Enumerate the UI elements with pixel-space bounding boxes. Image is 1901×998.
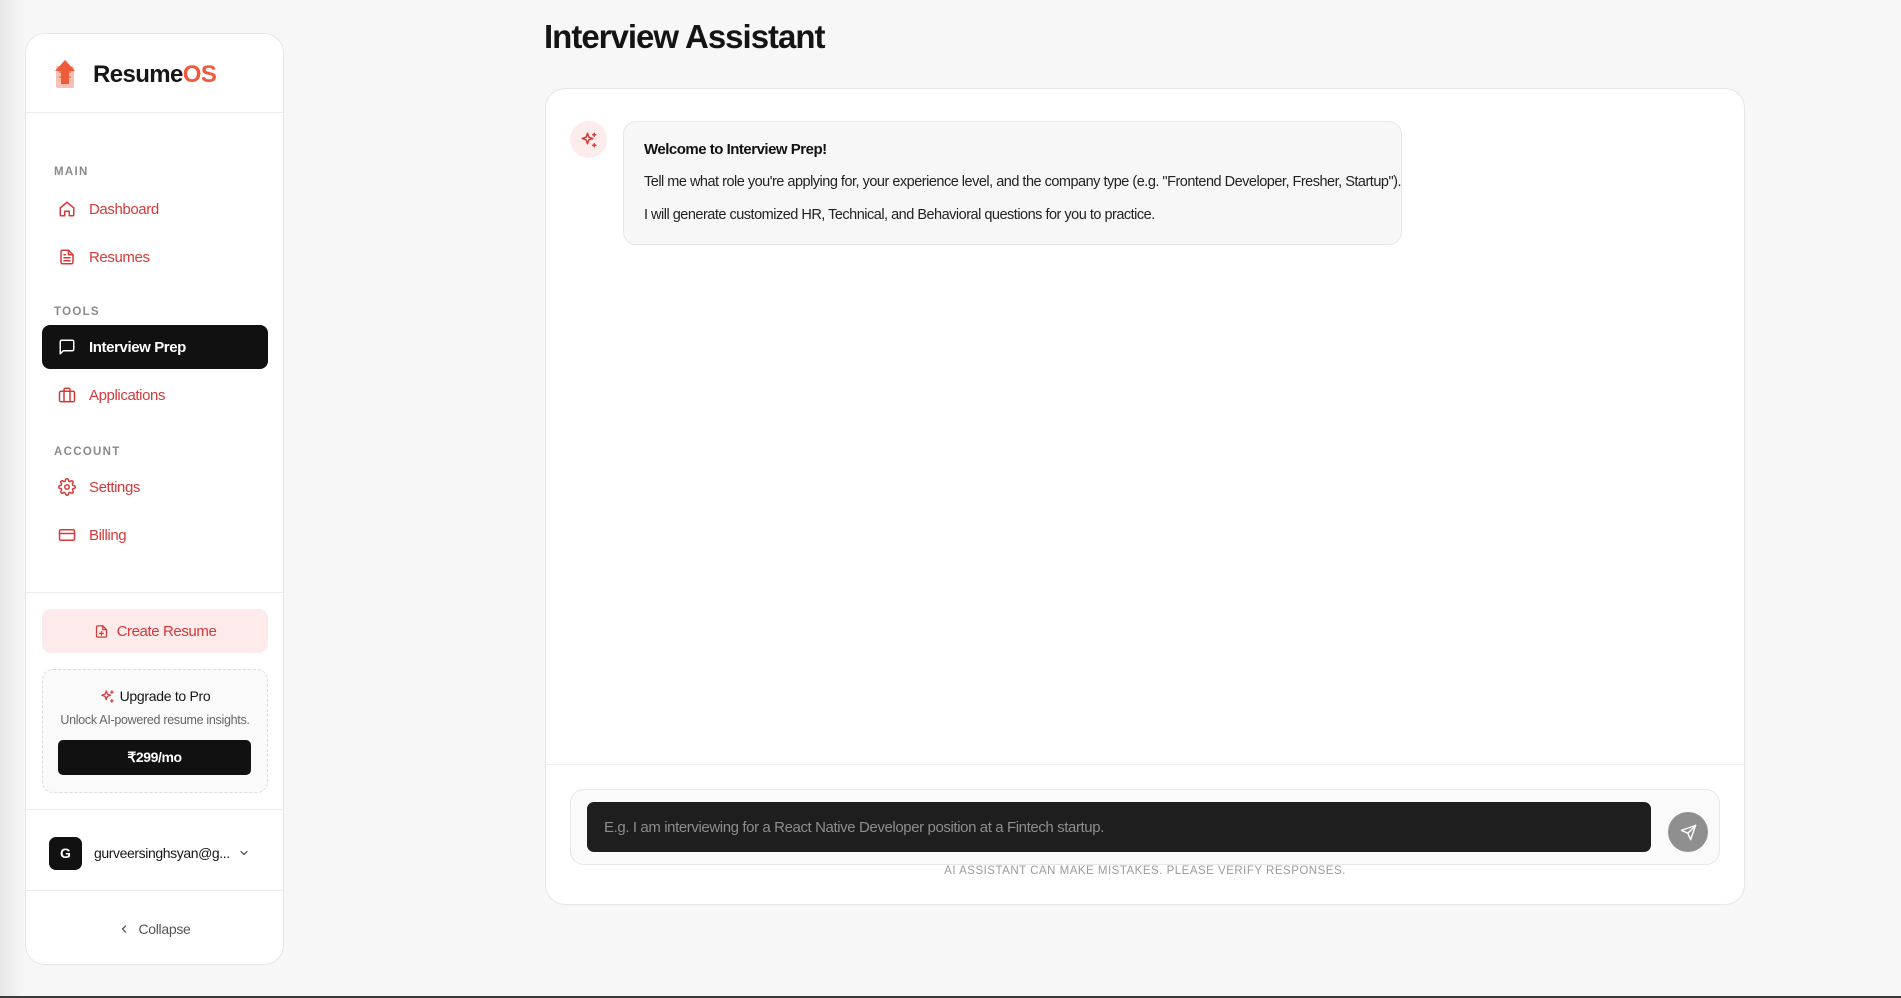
create-resume-label: Create Resume <box>116 622 217 640</box>
sparkles-icon <box>580 131 598 149</box>
chat-composer <box>570 789 1720 865</box>
sidebar-divider <box>26 809 283 810</box>
chevron-down-icon <box>238 847 250 859</box>
window-edge-shade <box>0 0 24 998</box>
avatar: G <box>49 836 82 870</box>
chevron-left-icon <box>118 923 130 935</box>
assistant-avatar <box>570 121 607 158</box>
app-page: ResumeOS MAIN Dashboard Resumes TOOLS In… <box>0 0 1901 998</box>
nav-section-tools: TOOLS <box>54 306 100 318</box>
user-account-menu[interactable]: G gurveersinghsyan@g... <box>49 835 261 871</box>
sidebar-item-interview-prep[interactable]: Interview Prep <box>42 325 268 369</box>
nav-section-main: MAIN <box>54 166 89 178</box>
brand-header: ResumeOS <box>26 34 283 113</box>
resumeos-logo-icon <box>55 60 75 88</box>
sidebar-divider <box>26 592 283 593</box>
ai-disclaimer: AI ASSISTANT CAN MAKE MISTAKES. PLEASE V… <box>944 865 1346 877</box>
sparkles-icon <box>100 689 115 704</box>
collapse-label: Collapse <box>138 921 191 937</box>
sidebar-item-label: Resumes <box>89 248 150 266</box>
briefcase-icon <box>58 386 76 404</box>
credit-card-icon <box>58 526 76 544</box>
sidebar-item-label: Applications <box>89 386 166 404</box>
create-resume-button[interactable]: Create Resume <box>42 609 268 653</box>
file-plus-icon <box>94 624 109 639</box>
message-title: Welcome to Interview Prep! <box>644 141 827 158</box>
brand-name-main: Resume <box>93 61 183 88</box>
nav-section-account: ACCOUNT <box>54 446 121 458</box>
sidebar-item-settings[interactable]: Settings <box>42 465 268 509</box>
chat-input[interactable] <box>587 802 1651 852</box>
upgrade-title: Upgrade to Pro <box>43 688 267 704</box>
chat-input-divider <box>546 764 1744 765</box>
sidebar-item-label: Billing <box>89 526 127 544</box>
file-icon <box>58 248 76 266</box>
send-icon <box>1680 824 1697 841</box>
upgrade-title-label: Upgrade to Pro <box>119 688 211 704</box>
sidebar-item-label: Dashboard <box>89 200 159 218</box>
sidebar: ResumeOS MAIN Dashboard Resumes TOOLS In… <box>25 33 284 965</box>
upgrade-price-button[interactable]: ₹299/mo <box>58 740 251 775</box>
sidebar-item-billing[interactable]: Billing <box>42 513 268 557</box>
sidebar-item-label: Interview Prep <box>89 338 186 356</box>
upgrade-card: Upgrade to Pro Unlock AI-powered resume … <box>42 669 268 793</box>
sidebar-item-resumes[interactable]: Resumes <box>42 235 268 279</box>
chat-panel: Welcome to Interview Prep! Tell me what … <box>545 88 1745 905</box>
brand-name-accent: OS <box>182 61 217 88</box>
brand-name: ResumeOS <box>93 61 217 89</box>
collapse-sidebar-button[interactable]: Collapse <box>26 917 283 941</box>
sidebar-divider <box>26 890 283 891</box>
send-button[interactable] <box>1668 812 1708 852</box>
home-icon <box>58 200 76 218</box>
sidebar-item-label: Settings <box>89 478 140 496</box>
message-square-icon <box>58 338 76 356</box>
sidebar-item-dashboard[interactable]: Dashboard <box>42 187 268 231</box>
sidebar-item-applications[interactable]: Applications <box>42 373 268 417</box>
gear-icon <box>58 478 76 496</box>
user-email: gurveersinghsyan@g... <box>94 845 230 861</box>
upgrade-subtitle: Unlock AI-powered resume insights. <box>60 713 250 727</box>
assistant-message-bubble: Welcome to Interview Prep! Tell me what … <box>623 121 1402 245</box>
message-line: I will generate customized HR, Technical… <box>644 207 1155 223</box>
message-line: Tell me what role you're applying for, y… <box>644 174 1401 190</box>
page-title: Interview Assistant <box>544 18 826 55</box>
